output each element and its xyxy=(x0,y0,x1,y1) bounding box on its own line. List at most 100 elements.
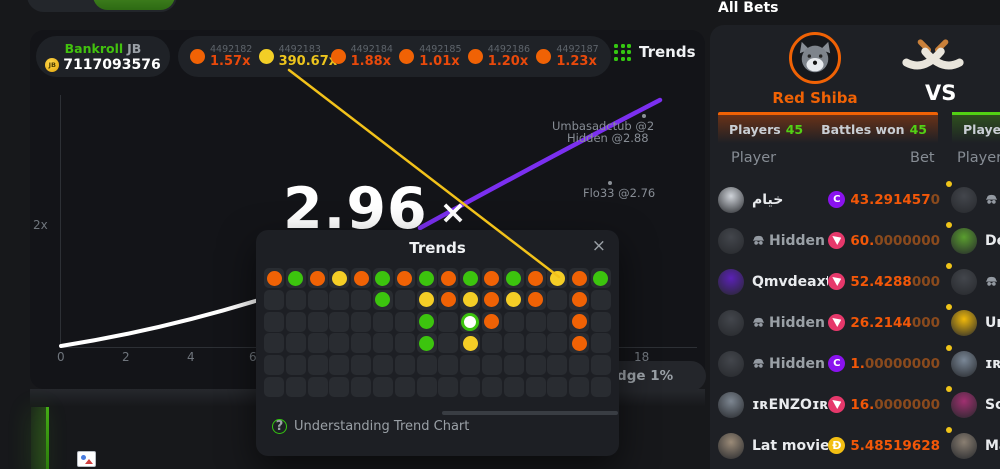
player-name: ɪʀENZOɪʀ xyxy=(752,397,828,413)
round-chip[interactable]: 44921851.01x xyxy=(399,44,462,69)
bet-amount: 52.4288000 xyxy=(850,274,940,290)
trend-cell xyxy=(264,355,284,375)
bet-row[interactable]: Hidden26.2144000 xyxy=(718,302,940,343)
trend-cell xyxy=(482,268,502,288)
bet-marker-dot xyxy=(946,222,952,228)
trend-cell xyxy=(569,290,589,310)
bet-row[interactable]: HiddenC1.00000000 xyxy=(718,343,940,384)
bet-row[interactable]: Hidden60.0000000 xyxy=(718,220,940,261)
bet-row[interactable]: خيامC43.2914570 xyxy=(718,179,940,220)
c-coin-icon: C xyxy=(828,191,845,208)
trend-cell xyxy=(547,268,567,288)
trend-grid-scrollbar[interactable] xyxy=(442,411,618,415)
avatar xyxy=(951,433,977,459)
round-multiplier: 1.88x xyxy=(351,55,393,69)
broken-image-icon xyxy=(77,451,96,467)
round-chip[interactable]: 44921841.88x xyxy=(331,44,394,69)
round-chip[interactable]: 44921821.57x xyxy=(190,44,253,69)
trend-dot-o xyxy=(572,292,587,307)
round-result-dot xyxy=(190,49,205,64)
bet-row[interactable]: Hidden xyxy=(940,179,1000,220)
trend-cell xyxy=(591,290,611,310)
round-chip[interactable]: 4492183390.67x xyxy=(259,44,325,69)
bankroll-display: BankrollJB JB7117093576 xyxy=(36,36,170,77)
understanding-trend-chart-label: Understanding Trend Chart xyxy=(294,419,469,434)
trend-cell xyxy=(504,290,524,310)
cashout-dot xyxy=(608,181,612,185)
avatar xyxy=(951,228,977,254)
trend-cell xyxy=(526,268,546,288)
trend-cell xyxy=(460,355,480,375)
column-header-player: Player xyxy=(731,150,776,166)
round-multiplier: 390.67x xyxy=(279,55,338,69)
trends-button-label: Trends xyxy=(639,43,696,61)
trend-cell xyxy=(526,290,546,310)
trend-cell xyxy=(329,268,349,288)
trend-cell xyxy=(526,355,546,375)
trend-cell xyxy=(351,355,371,375)
bet-row[interactable]: Dev xyxy=(940,220,1000,261)
bet-amount-group: 52.4288000 xyxy=(828,273,940,290)
trend-cell xyxy=(460,268,480,288)
bet-panel-green-bar xyxy=(46,407,49,469)
bankroll-amount: 7117093576 xyxy=(63,57,160,73)
avatar xyxy=(718,433,744,459)
tusks-team-icon[interactable] xyxy=(900,36,966,78)
bet-amount-group: 16.0000000 xyxy=(828,396,940,413)
trend-dot-y xyxy=(419,292,434,307)
round-chip[interactable]: 44921871.23x xyxy=(536,44,599,69)
trend-cell xyxy=(569,377,589,397)
bet-row[interactable]: ɪʀENZOɪʀ16.0000000 xyxy=(718,384,940,425)
avatar xyxy=(951,187,977,213)
bet-row[interactable]: Um xyxy=(940,302,1000,343)
trx-coin-icon xyxy=(828,232,845,249)
bet-amount: 1.00000000 xyxy=(850,356,940,372)
vs-label: VS xyxy=(925,81,956,105)
bet-row[interactable]: Lat movieĐ5.48519628 xyxy=(718,425,940,466)
bets-list-left: خيامC43.2914570Hidden60.0000000Qmvdeaxtf… xyxy=(718,179,940,466)
trend-cell xyxy=(395,377,415,397)
trend-cell xyxy=(351,312,371,332)
trend-cell xyxy=(395,312,415,332)
multiplier-x-symbol: × xyxy=(440,193,467,231)
trend-cell xyxy=(569,268,589,288)
trend-dot-o xyxy=(484,292,499,307)
c-coin-icon: C xyxy=(828,355,845,372)
trends-button[interactable]: Trends xyxy=(614,43,696,61)
trx-coin-icon xyxy=(828,314,845,331)
trend-cell xyxy=(308,312,328,332)
green-team-stats-tab[interactable]: Players4 xyxy=(952,112,1000,143)
trend-cell xyxy=(264,312,284,332)
trend-cell xyxy=(547,290,567,310)
incognito-icon xyxy=(752,313,765,332)
understanding-trend-chart-link[interactable]: ? Understanding Trend Chart xyxy=(272,419,469,434)
trend-dot-o xyxy=(441,292,456,307)
bet-row[interactable]: Mad xyxy=(940,425,1000,466)
bet-row[interactable]: Qmvdeaxtful52.4288000 xyxy=(718,261,940,302)
bet-row[interactable]: ɪʀEN xyxy=(940,343,1000,384)
team-red-shiba[interactable]: Red Shiba xyxy=(765,32,865,107)
trend-cell xyxy=(591,268,611,288)
trend-cell xyxy=(351,268,371,288)
bet-row[interactable]: Soh xyxy=(940,384,1000,425)
bet-row[interactable]: Hidden xyxy=(940,261,1000,302)
round-chip[interactable]: 44921861.20x xyxy=(468,44,531,69)
bet-amount-group: 60.0000000 xyxy=(828,232,940,249)
trend-cell xyxy=(417,268,437,288)
trend-cell xyxy=(264,290,284,310)
tab-classic[interactable]: Classic xyxy=(43,0,97,4)
trend-cell xyxy=(504,377,524,397)
round-multiplier: 1.20x xyxy=(488,55,530,69)
trend-cell xyxy=(329,290,349,310)
trend-cell xyxy=(373,268,393,288)
trx-coin-icon xyxy=(828,273,845,290)
round-result-dot xyxy=(259,49,274,64)
bet-marker-dot xyxy=(946,181,952,187)
tab-trenball[interactable]: Trenball xyxy=(93,0,175,10)
round-multiplier: 1.01x xyxy=(419,55,461,69)
trend-cell xyxy=(308,268,328,288)
trend-cell xyxy=(504,268,524,288)
trend-dot-y xyxy=(463,336,478,351)
close-icon[interactable]: × xyxy=(592,236,606,256)
red-team-stats-tab[interactable]: Players45 Battles won45 xyxy=(718,112,938,143)
